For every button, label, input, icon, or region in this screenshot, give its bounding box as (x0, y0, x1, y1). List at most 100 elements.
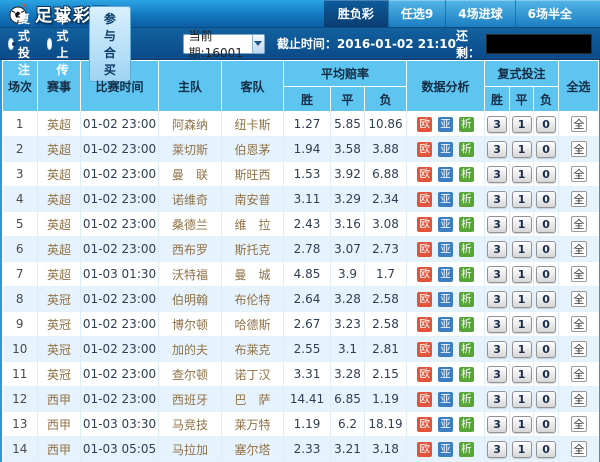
asia-odds-icon[interactable]: 亚 (438, 117, 453, 132)
select-all-button[interactable]: 全 (571, 291, 587, 307)
bet-lose-button[interactable]: 0 (536, 141, 556, 158)
bet-lose-button[interactable]: 0 (536, 116, 556, 133)
bet-draw-button[interactable]: 1 (512, 316, 532, 333)
bet-draw-button[interactable]: 1 (512, 141, 532, 158)
bet-win-button[interactable]: 3 (487, 391, 507, 408)
select-all-button[interactable]: 全 (571, 441, 587, 457)
tab-6changbanquan[interactable]: 6场半全 (515, 0, 584, 27)
europe-odds-icon[interactable]: 欧 (417, 217, 432, 232)
bet-win-button[interactable]: 3 (487, 341, 507, 358)
bet-win-button[interactable]: 3 (487, 166, 507, 183)
select-all-button[interactable]: 全 (571, 391, 587, 407)
select-all-button[interactable]: 全 (571, 416, 587, 432)
analysis-icon[interactable]: 析 (459, 167, 474, 182)
analysis-icon[interactable]: 析 (459, 342, 474, 357)
bet-lose-button[interactable]: 0 (536, 316, 556, 333)
analysis-icon[interactable]: 析 (459, 442, 474, 457)
bet-lose-button[interactable]: 0 (536, 341, 556, 358)
bet-win-button[interactable]: 3 (487, 141, 507, 158)
analysis-icon[interactable]: 析 (459, 417, 474, 432)
bet-lose-button[interactable]: 0 (536, 391, 556, 408)
select-all-button[interactable]: 全 (571, 316, 587, 332)
asia-odds-icon[interactable]: 亚 (438, 192, 453, 207)
select-all-button[interactable]: 全 (571, 191, 587, 207)
asia-odds-icon[interactable]: 亚 (438, 392, 453, 407)
tab-shengfucai[interactable]: 胜负彩 (324, 0, 388, 27)
bet-win-button[interactable]: 3 (487, 441, 507, 458)
bet-draw-button[interactable]: 1 (512, 191, 532, 208)
bet-draw-button[interactable]: 1 (512, 241, 532, 258)
asia-odds-icon[interactable]: 亚 (438, 267, 453, 282)
bet-draw-button[interactable]: 1 (512, 416, 532, 433)
bet-lose-button[interactable]: 0 (536, 166, 556, 183)
asia-odds-icon[interactable]: 亚 (438, 367, 453, 382)
bet-draw-button[interactable]: 1 (512, 366, 532, 383)
analysis-icon[interactable]: 析 (459, 217, 474, 232)
analysis-icon[interactable]: 析 (459, 267, 474, 282)
bet-win-button[interactable]: 3 (487, 416, 507, 433)
europe-odds-icon[interactable]: 欧 (417, 317, 432, 332)
bet-win-button[interactable]: 3 (487, 266, 507, 283)
europe-odds-icon[interactable]: 欧 (417, 417, 432, 432)
bet-win-button[interactable]: 3 (487, 316, 507, 333)
europe-odds-icon[interactable]: 欧 (417, 142, 432, 157)
asia-odds-icon[interactable]: 亚 (438, 217, 453, 232)
join-group-buy-button[interactable]: 参与合买 (89, 6, 130, 82)
bet-draw-button[interactable]: 1 (512, 441, 532, 458)
tab-4changjinqiu[interactable]: 4场进球 (445, 0, 514, 27)
select-all-button[interactable]: 全 (571, 216, 587, 232)
asia-odds-icon[interactable]: 亚 (438, 292, 453, 307)
analysis-icon[interactable]: 析 (459, 292, 474, 307)
europe-odds-icon[interactable]: 欧 (417, 392, 432, 407)
select-all-button[interactable]: 全 (571, 241, 587, 257)
bet-draw-button[interactable]: 1 (512, 341, 532, 358)
bet-win-button[interactable]: 3 (487, 216, 507, 233)
asia-odds-icon[interactable]: 亚 (438, 317, 453, 332)
asia-odds-icon[interactable]: 亚 (438, 417, 453, 432)
chevron-down-icon[interactable] (252, 35, 264, 53)
analysis-icon[interactable]: 析 (459, 367, 474, 382)
bet-lose-button[interactable]: 0 (536, 416, 556, 433)
tab-renxuan9[interactable]: 任选9 (388, 0, 445, 27)
select-all-button[interactable]: 全 (571, 366, 587, 382)
europe-odds-icon[interactable]: 欧 (417, 342, 432, 357)
bet-draw-button[interactable]: 1 (512, 116, 532, 133)
europe-odds-icon[interactable]: 欧 (417, 242, 432, 257)
asia-odds-icon[interactable]: 亚 (438, 342, 453, 357)
asia-odds-icon[interactable]: 亚 (438, 242, 453, 257)
europe-odds-icon[interactable]: 欧 (417, 167, 432, 182)
bet-lose-button[interactable]: 0 (536, 266, 556, 283)
bet-draw-button[interactable]: 1 (512, 291, 532, 308)
multi-bet-radio[interactable]: 复式投注 (8, 10, 37, 78)
bet-win-button[interactable]: 3 (487, 191, 507, 208)
analysis-icon[interactable]: 析 (459, 242, 474, 257)
bet-draw-button[interactable]: 1 (512, 166, 532, 183)
bet-lose-button[interactable]: 0 (536, 366, 556, 383)
asia-odds-icon[interactable]: 亚 (438, 442, 453, 457)
bet-lose-button[interactable]: 0 (536, 191, 556, 208)
analysis-icon[interactable]: 析 (459, 117, 474, 132)
bet-win-button[interactable]: 3 (487, 241, 507, 258)
bet-win-button[interactable]: 3 (487, 116, 507, 133)
bet-lose-button[interactable]: 0 (536, 216, 556, 233)
bet-win-button[interactable]: 3 (487, 366, 507, 383)
bet-win-button[interactable]: 3 (487, 291, 507, 308)
asia-odds-icon[interactable]: 亚 (438, 142, 453, 157)
select-all-button[interactable]: 全 (571, 341, 587, 357)
analysis-icon[interactable]: 析 (459, 317, 474, 332)
europe-odds-icon[interactable]: 欧 (417, 117, 432, 132)
europe-odds-icon[interactable]: 欧 (417, 442, 432, 457)
analysis-icon[interactable]: 析 (459, 142, 474, 157)
europe-odds-icon[interactable]: 欧 (417, 367, 432, 382)
bet-draw-button[interactable]: 1 (512, 391, 532, 408)
analysis-icon[interactable]: 析 (459, 192, 474, 207)
bet-lose-button[interactable]: 0 (536, 441, 556, 458)
single-upload-radio[interactable]: 单式上传 (47, 10, 76, 78)
select-all-button[interactable]: 全 (571, 266, 587, 282)
bet-lose-button[interactable]: 0 (536, 241, 556, 258)
bet-lose-button[interactable]: 0 (536, 291, 556, 308)
bet-draw-button[interactable]: 1 (512, 266, 532, 283)
europe-odds-icon[interactable]: 欧 (417, 192, 432, 207)
analysis-icon[interactable]: 析 (459, 392, 474, 407)
period-select[interactable]: 当前期:16001 (183, 34, 265, 54)
